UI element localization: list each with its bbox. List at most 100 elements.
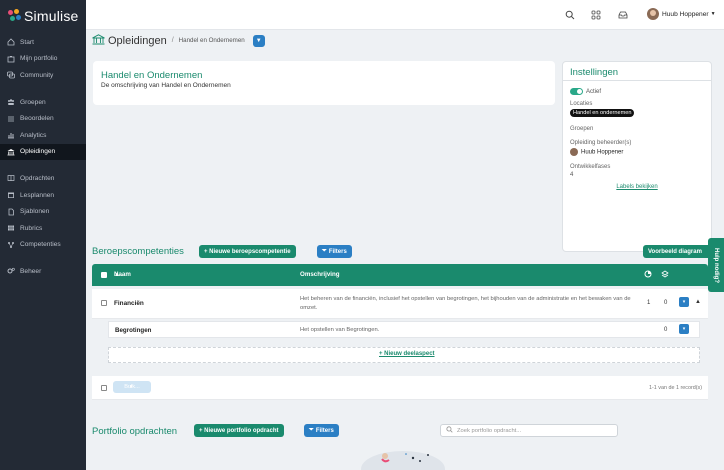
apps-grid-icon[interactable] — [590, 9, 602, 21]
search-icon — [446, 426, 453, 435]
chevron-down-icon: ▼ — [255, 37, 262, 44]
file-icon — [6, 207, 15, 216]
education-icon — [92, 34, 105, 47]
add-subaspect-row: + Nieuw deelaspect — [108, 347, 700, 363]
inbox-icon[interactable] — [617, 9, 629, 21]
user-name: Huub Hoppener — [662, 10, 709, 18]
labels-link[interactable]: Labels bekijken — [570, 184, 704, 190]
sidebar-item-label: Analytics — [20, 131, 47, 139]
sidebar-item-label: Opleidingen — [20, 148, 56, 156]
education-icon — [6, 147, 15, 156]
sidebar-item-start[interactable]: Start — [0, 34, 86, 51]
list-icon — [6, 114, 15, 123]
sidebar-item-label: Community — [20, 71, 54, 79]
chevron-down-icon: ▼ — [710, 11, 716, 17]
sidebar-item-groepen[interactable]: Groepen — [0, 94, 86, 111]
description-text: De omschrijving van Handel en Ondernemen — [101, 82, 231, 89]
competence-description: Het beheren van de financiën, inclusief … — [300, 296, 631, 311]
filters-label: Filters — [315, 427, 334, 434]
sidebar-item-label: Start — [20, 38, 34, 46]
sidebar-item-label: Groepen — [20, 98, 46, 106]
sidebar-item-label: Opdrachten — [20, 174, 55, 182]
sidebar-item-label: Rubrics — [20, 224, 43, 232]
sidebar-item-opdrachten[interactable]: Opdrachten — [0, 170, 86, 187]
competences-title: Beroepscompetenties — [92, 246, 184, 257]
breadcrumb-separator: / — [171, 37, 174, 44]
search-placeholder: Zoek portfolio opdracht... — [457, 427, 522, 434]
sidebar-item-portfolio[interactable]: Mijn portfolio — [0, 51, 86, 68]
phases-value: 4 — [570, 172, 574, 179]
active-toggle[interactable] — [570, 88, 583, 95]
analytics-icon — [6, 131, 15, 140]
phases-label: Ontwikkelfases — [570, 164, 611, 171]
top-bar: Huub Hoppener ▼ — [86, 0, 724, 30]
groups-icon — [6, 98, 15, 107]
user-menu[interactable]: Huub Hoppener ▼ — [647, 8, 716, 20]
chevron-down-icon: ▾ — [682, 299, 686, 305]
portfolio-title: Portfolio opdrachten — [92, 426, 178, 437]
manager-name: Huub Hoppener — [581, 149, 624, 156]
empty-state-illustration — [358, 441, 448, 470]
collapse-icon[interactable]: ▲ — [695, 299, 701, 305]
main-content: Opleidingen / Handel en Ondernemen ▼ Han… — [86, 30, 724, 470]
footer-checkbox[interactable] — [101, 385, 107, 391]
filter-icon: ⏷ — [322, 248, 327, 254]
sidebar-item-label: Sjablonen — [20, 208, 50, 216]
table-row[interactable]: Financiën Het beheren van de financiën, … — [92, 289, 708, 319]
sidebar-item-lesplannen[interactable]: Lesplannen — [0, 187, 86, 204]
logo-icon — [8, 9, 22, 23]
app-name: Simulise — [24, 8, 79, 24]
search-icon[interactable] — [564, 9, 576, 21]
bulk-actions-button[interactable]: ▾ Bulk... — [113, 381, 151, 393]
bulk-label: Bulk... — [124, 384, 140, 390]
page-title[interactable]: Opleidingen — [108, 35, 167, 47]
sidebar-item-community[interactable]: Community — [0, 67, 86, 84]
subaspect-count: 0 — [664, 327, 668, 333]
grid-icon — [6, 224, 15, 233]
row-checkbox[interactable] — [101, 300, 107, 306]
sidebar-item-analytics[interactable]: Analytics — [0, 127, 86, 144]
sidebar-item-label: Mijn portfolio — [20, 55, 58, 63]
breadcrumb-current: Handel en Ondernemen — [178, 37, 245, 44]
sidebar-item-label: Lesplannen — [20, 191, 55, 199]
new-portfolio-assignment-button[interactable]: + Nieuwe portfolio opdracht — [194, 424, 284, 437]
groups-label: Groepen — [570, 126, 594, 133]
record-count: 1-1 van de 1 record(s) — [649, 385, 703, 391]
chevron-down-icon: ▾ — [682, 326, 686, 332]
home-icon — [6, 38, 15, 47]
description-title: Handel en Ondernemen — [101, 70, 203, 81]
new-competence-button[interactable]: + Nieuwe beroepscompetentie — [199, 245, 296, 258]
select-all-checkbox[interactable] — [101, 272, 107, 278]
column-description: Omschrijving — [300, 271, 340, 278]
active-label: Actief — [586, 89, 602, 96]
managers-label: Opleiding beheerder(s) — [570, 140, 632, 147]
sidebar-item-beheer[interactable]: Beheer — [0, 263, 86, 280]
sidebar-item-label: Beoordelen — [20, 115, 54, 123]
sidebar-item-opleidingen[interactable]: Opleidingen — [0, 143, 86, 161]
subaspect-description: Het opstellen van Begrotingen. — [300, 327, 380, 333]
sidebar-item-label: Beheer — [20, 267, 42, 275]
locations-label: Locaties — [570, 101, 593, 108]
row-menu-button[interactable]: ▾ — [679, 297, 689, 307]
sidebar-item-rubrics[interactable]: Rubrics — [0, 220, 86, 237]
count-b: 0 — [664, 300, 668, 306]
portfolio-search-input[interactable]: Zoek portfolio opdracht... — [440, 424, 618, 437]
subaspect-row[interactable]: Begrotingen Het opstellen van Begrotinge… — [108, 321, 700, 338]
portfolio-icon — [6, 54, 15, 63]
competences-filters-button[interactable]: ⏷ Filters — [317, 245, 352, 258]
add-subaspect-link[interactable]: + Nieuw deelaspect — [379, 351, 435, 357]
subaspect-menu-button[interactable]: ▾ — [679, 324, 689, 334]
app-logo[interactable]: Simulise — [0, 0, 86, 32]
help-tab[interactable]: Hulp nodig? — [708, 238, 724, 292]
example-diagram-button[interactable]: Voorbeeld diagram — [643, 245, 711, 258]
sidebar-item-sjablonen[interactable]: Sjablonen — [0, 203, 86, 220]
competence-icon — [6, 240, 15, 249]
breadcrumb-dropdown-button[interactable]: ▼ — [252, 34, 265, 47]
sidebar-item-competenties[interactable]: Competenties — [0, 237, 86, 254]
settings-title: Instellingen — [563, 62, 711, 81]
portfolio-filters-button[interactable]: ⏷ Filters — [304, 424, 339, 437]
filter-icon: ⏷ — [309, 427, 314, 433]
sidebar-item-beoordelen[interactable]: Beoordelen — [0, 110, 86, 127]
competences-table-header: Naam ▲ Omschrijving — [92, 264, 708, 286]
layers-icon — [661, 270, 669, 280]
